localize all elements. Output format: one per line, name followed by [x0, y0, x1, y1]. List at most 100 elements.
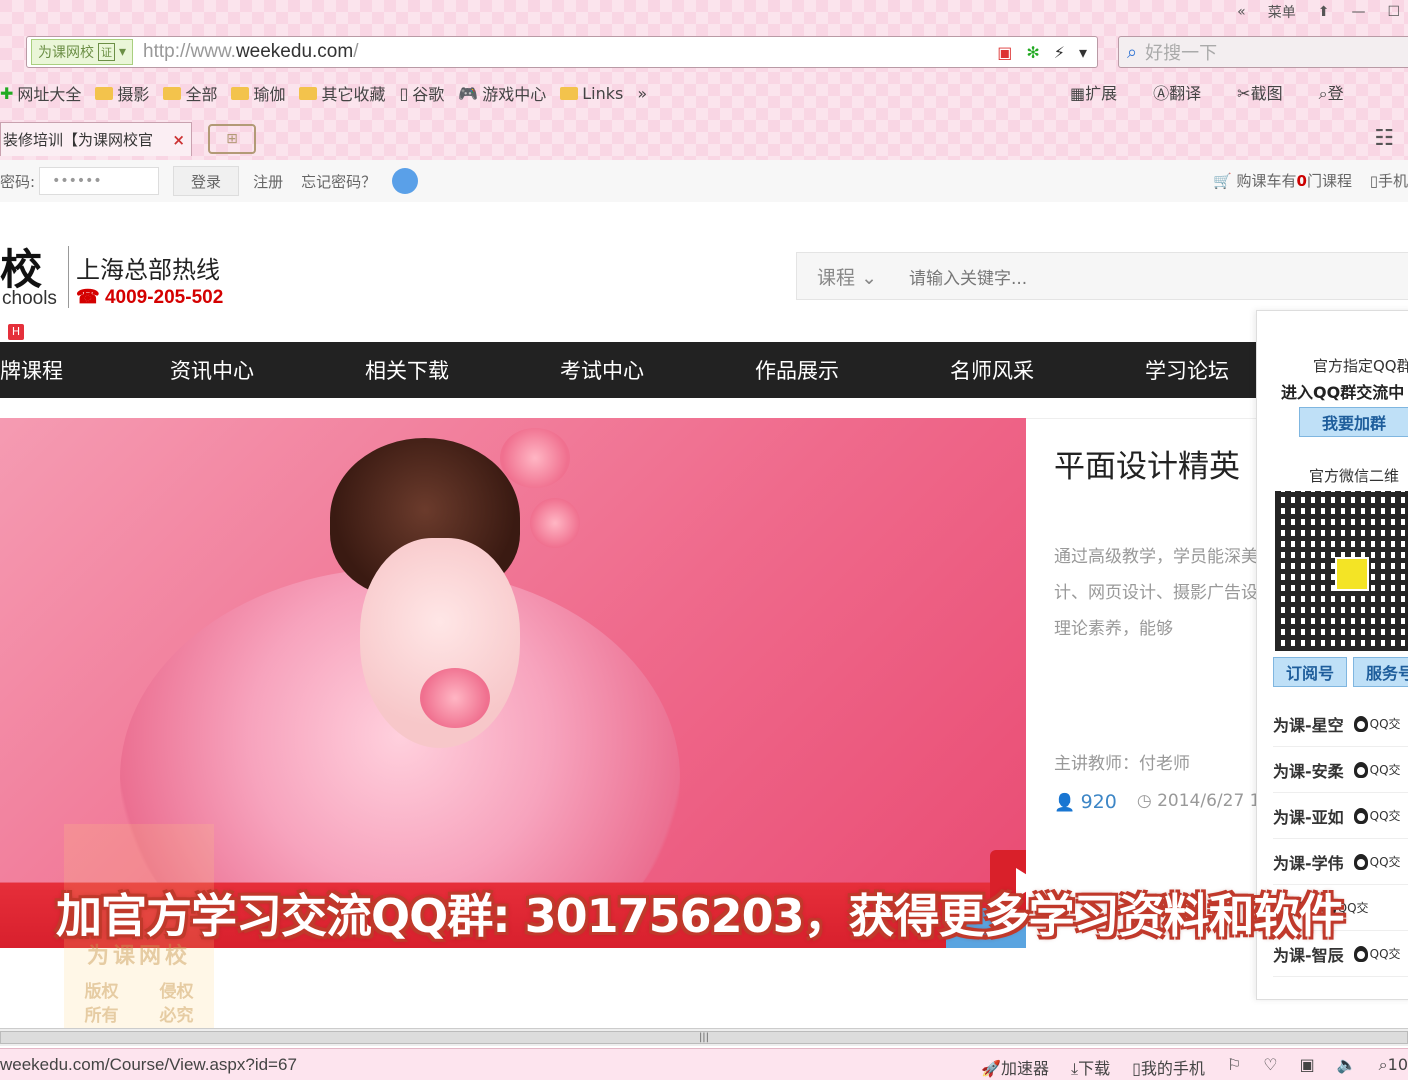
qq-chat-link[interactable]: QQ交 [1353, 715, 1401, 732]
hotline-number: ☎ 4009-205-502 [76, 286, 223, 309]
bookmark-item[interactable]: ✚ 网址大全 [0, 81, 81, 105]
maximize-button[interactable]: ☐ [1387, 4, 1400, 20]
course-date: ◷ 2014/6/27 15 [1137, 791, 1258, 813]
course-teacher: 主讲教师：付老师 [1054, 754, 1190, 774]
rocket-icon: 🚀 [981, 1059, 1001, 1078]
staff-item[interactable]: 为课-亚如 QQ交 [1273, 793, 1408, 839]
tab-close-icon[interactable]: × [172, 131, 185, 149]
course-date-value: 2014/6/27 15 [1157, 791, 1258, 811]
staff-item[interactable]: 为课-星空 QQ交 [1273, 701, 1408, 747]
browser-search-input[interactable]: ⌕ 好搜一下 [1118, 36, 1408, 68]
bookmark-item[interactable]: ▯ 谷歌 [399, 81, 444, 105]
search-category-label: 课程 [817, 266, 856, 289]
certificate-icon: 证 [98, 43, 115, 61]
bookmark-label: 其它收藏 [321, 85, 386, 104]
window-icon[interactable]: ▣ [1300, 1055, 1315, 1079]
qq-penguin-icon [1353, 853, 1368, 870]
status-tool-label: 我的手机 [1140, 1059, 1205, 1078]
search-category-select[interactable]: 课程 ⌄ [817, 263, 909, 290]
cart-prefix: 购课车有 [1236, 172, 1297, 190]
accelerator-button[interactable]: 🚀加速器 [981, 1055, 1049, 1079]
nav-item-teachers[interactable]: 名师风采 [950, 355, 1145, 385]
tab-subscription[interactable]: 订阅号 [1273, 657, 1347, 687]
bookmark-item[interactable]: 其它收藏 [299, 81, 385, 105]
staff-name: 为课-亚如 [1273, 807, 1344, 827]
refresh-icon[interactable]: ✻ [1026, 43, 1039, 62]
translate-button[interactable]: Ⓐ翻译 [1153, 80, 1201, 104]
menu-button[interactable]: 菜单 [1268, 2, 1296, 22]
qq-label: QQ交 [1369, 809, 1401, 823]
qq-label: QQ交 [1369, 763, 1401, 777]
phone-icon: ▯ [1369, 172, 1378, 190]
my-phone-button[interactable]: ▯我的手机 [1132, 1055, 1205, 1079]
search-input[interactable]: 请输入关键字... [909, 264, 1027, 289]
login-bar: 密码: •••••• 登录 注册 忘记密码？ 🛒 购课车有0门课程 ▯手机 [0, 160, 1408, 202]
minimize-button[interactable]: — [1351, 4, 1365, 20]
nav-item-exams[interactable]: 考试中心 [560, 355, 755, 385]
new-tab-button[interactable]: ⊞ [208, 124, 256, 154]
compat-mode-icon[interactable]: ▣ [997, 43, 1012, 62]
url-text[interactable]: http://www.weekedu.com/ [143, 41, 997, 63]
zoom-button[interactable]: ⌕10 [1379, 1055, 1408, 1079]
horizontal-scrollbar[interactable]: ||| [0, 1028, 1408, 1046]
banner-flower [420, 668, 490, 728]
screenshot-button[interactable]: ✂截图 [1237, 80, 1282, 104]
bookmark-item[interactable]: Links [560, 84, 623, 103]
tool-label: 截图 [1250, 84, 1283, 103]
qq-chat-link[interactable]: QQ交 [1353, 761, 1401, 778]
qq-label: QQ交 [1369, 855, 1401, 869]
url-suffix: / [353, 41, 359, 62]
collapse-icon[interactable]: « [1237, 4, 1246, 20]
login-tool-button[interactable]: ⌕登 [1319, 80, 1344, 104]
cart-link[interactable]: 🛒 购课车有0门课程 [1213, 170, 1352, 191]
nav-item-downloads[interactable]: 相关下载 [365, 355, 560, 385]
lightning-icon[interactable]: ⚡ [1054, 43, 1065, 62]
address-bar[interactable]: 为课网校 证 ▾ http://www.weekedu.com/ ▣ ✻ ⚡ ▾ [26, 36, 1098, 68]
qq-group-title: 官方指定QQ群 [1313, 357, 1408, 375]
bookmark-label: 谷歌 [412, 85, 445, 104]
bookmark-label: Links [582, 83, 624, 103]
page-icon: ▯ [399, 83, 409, 103]
flag-icon[interactable]: ⚐ [1227, 1055, 1241, 1079]
browser-tab[interactable]: 装修培训【为课网校官 × [0, 122, 192, 156]
mobile-link[interactable]: ▯手机 [1370, 170, 1408, 191]
qq-penguin-icon [1353, 715, 1368, 732]
staff-item[interactable]: 为课-安柔 QQ交 [1273, 747, 1408, 793]
new-tab-icon: ⊞ [226, 131, 238, 147]
scrollbar-thumb[interactable]: ||| [0, 1031, 1408, 1044]
join-group-button[interactable]: 我要加群 [1299, 407, 1408, 437]
tab-list-icon[interactable]: ☷ [1374, 126, 1394, 151]
register-link[interactable]: 注册 [253, 171, 283, 192]
url-domain: weekedu.com [235, 41, 354, 62]
login-button[interactable]: 登录 [173, 166, 240, 196]
chevron-down-icon[interactable]: ▾ [1079, 43, 1087, 62]
nav-item-news[interactable]: 资讯中心 [170, 355, 365, 385]
bookmark-item[interactable]: 摄影 [95, 81, 149, 105]
pin-icon[interactable]: ⬆ [1318, 4, 1330, 20]
site-identity-badge[interactable]: 为课网校 证 ▾ [31, 39, 134, 65]
extensions-button[interactable]: ▦扩展 [1070, 80, 1117, 104]
tab-service[interactable]: 服务号 [1353, 657, 1408, 687]
password-input[interactable]: •••••• [39, 167, 160, 195]
qq-chat-link[interactable]: QQ交 [1353, 945, 1401, 962]
staff-item[interactable]: 为课-学伟 QQ交 [1273, 839, 1408, 885]
phone-icon: ☎ [76, 287, 100, 308]
qq-chat-link[interactable]: QQ交 [1353, 807, 1401, 824]
download-button[interactable]: ⤓下载 [1071, 1055, 1110, 1079]
site-search[interactable]: 课程 ⌄ 请输入关键字... [796, 252, 1408, 300]
qq-penguin-icon [1353, 945, 1368, 962]
bookmarks-more-button[interactable]: » [637, 84, 647, 103]
bookmark-item[interactable]: 全部 [163, 81, 217, 105]
nav-item-courses[interactable]: 牌课程 [0, 355, 170, 385]
bookmark-label: 瑜伽 [253, 85, 286, 104]
volume-icon[interactable]: 🔈 [1337, 1055, 1357, 1079]
qq-chat-link[interactable]: QQ交 [1353, 853, 1401, 870]
course-title[interactable]: 平面设计精英 [1054, 441, 1240, 486]
nav-item-works[interactable]: 作品展示 [755, 355, 950, 385]
bookmark-item[interactable]: 瑜伽 [231, 81, 285, 105]
tool-label: 翻译 [1169, 84, 1202, 103]
bookmark-item[interactable]: 🎮 游戏中心 [458, 81, 546, 105]
heart-icon[interactable]: ♡ [1263, 1055, 1277, 1079]
qq-login-icon[interactable] [392, 168, 419, 194]
forgot-password-link[interactable]: 忘记密码？ [301, 171, 376, 192]
